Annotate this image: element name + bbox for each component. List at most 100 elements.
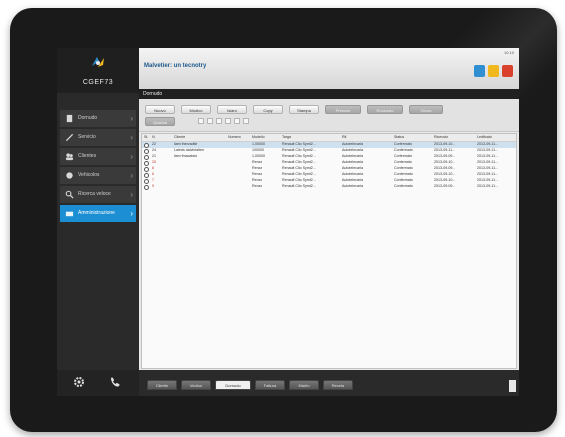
table-cell: Renault Clio Symt2... — [282, 142, 316, 146]
sidebar-item-vehicolos[interactable]: Vehicolos › — [60, 167, 136, 184]
settings-icon[interactable] — [73, 376, 85, 388]
table-cell: liam thervadtie — [174, 142, 198, 146]
action-button[interactable]: Copy — [253, 105, 283, 114]
chevron-right-icon: › — [130, 114, 133, 123]
phone-icon[interactable] — [109, 376, 121, 388]
table-cell: 2013-09-10... — [434, 172, 456, 176]
sidebar-item-amministrazione[interactable]: Amministrazione › — [60, 205, 136, 222]
toolbar-mini-button[interactable] — [225, 118, 231, 124]
table-cell: liam fmacatsto — [174, 154, 198, 158]
table-cell: Confermato — [394, 172, 413, 176]
table-cell: Renzz — [252, 166, 263, 170]
search-icon — [65, 190, 74, 199]
chevron-right-icon: › — [130, 152, 133, 161]
toolbar-mini-button[interactable] — [216, 118, 222, 124]
table-cell: Corfermato — [394, 142, 412, 146]
logo-text: CGEF73 — [82, 79, 114, 86]
close-button[interactable] — [502, 65, 513, 77]
sidebar-item-clientes[interactable]: Clientes › — [60, 148, 136, 165]
window-title: Malvetier: un tecnotry — [144, 63, 207, 69]
table-cell: Confermato — [394, 184, 413, 188]
chevron-right-icon: › — [130, 171, 133, 180]
table-cell: 2013-09-09... — [434, 184, 456, 188]
action-button[interactable]: Presoce — [325, 105, 361, 114]
toolbar-mini-button[interactable] — [234, 118, 240, 124]
table-cell: Renzz — [252, 178, 263, 182]
table-cell: 2013-09-11... — [434, 148, 456, 152]
app-header: 10:10 Malvetier: un tecnotry — [139, 48, 519, 89]
toolbar-label: Dornudo — [143, 91, 163, 97]
table-cell: 2013-09-11... — [477, 148, 499, 152]
tab-dornudo[interactable]: Dornudo — [215, 380, 251, 390]
table-cell: Renzz — [252, 184, 263, 188]
action-button[interactable]: Stampa — [289, 105, 319, 114]
table-cell: Lateds dalvintalten — [174, 148, 204, 152]
table-cell: Confermato — [394, 166, 413, 170]
table-cell: Renault Clio Symt2... — [282, 172, 316, 176]
table-cell: 2013-09-11... — [477, 160, 499, 164]
app-logo: CGEF73 — [57, 48, 139, 93]
scroll-handle[interactable] — [509, 380, 516, 392]
clock-label: 10:10 — [503, 50, 514, 55]
column-header[interactable]: Targa — [282, 135, 291, 139]
column-header[interactable]: Modello — [252, 135, 265, 139]
sidebar-item-label: Dornudo — [78, 115, 98, 121]
status-icon — [144, 185, 149, 190]
table-cell: 2013-09-11... — [477, 172, 499, 176]
sidebar-item-dornudo[interactable]: Dornudo › — [60, 110, 136, 127]
users-icon — [65, 153, 74, 161]
logo-mark-icon — [92, 57, 104, 67]
column-header[interactable]: Ricevuto — [434, 135, 448, 139]
tab-clienti[interactable]: Cliertie — [147, 380, 177, 390]
wrench-icon — [65, 133, 74, 142]
sidebar-item-ricerca[interactable]: Ricerca veloce › — [60, 186, 136, 203]
sidebar-item-label: Servicio — [78, 134, 96, 140]
table-cell: Autotelecaria — [342, 148, 363, 152]
sidebar-item-label: Amministrazione — [78, 210, 115, 216]
table-cell: Renzz — [252, 160, 263, 164]
column-header[interactable]: Cliente — [174, 135, 185, 139]
table-cell: 2013-09-09... — [434, 166, 456, 170]
table-cell: 6 — [152, 172, 154, 176]
table-cell: 100000 — [252, 148, 264, 152]
app-screen: CGEF73 Dornudo › Servicio › Clientes › V… — [57, 48, 519, 396]
action-button[interactable]: Nuovo — [145, 105, 175, 114]
table-cell: 7 — [152, 178, 154, 182]
table-row[interactable]: 5 Renzz Renault Clio Symt2... Autoteleca… — [142, 184, 516, 190]
tab-fattura[interactable]: Fatlura — [255, 380, 285, 390]
column-header[interactable]: N. — [152, 135, 156, 139]
table-cell: 2013-09-09... — [434, 154, 456, 158]
sidebar-item-label: Vehicolos — [78, 172, 100, 178]
tab-veicolo[interactable]: Vediuo — [181, 380, 211, 390]
tab-marito[interactable]: Marito — [289, 380, 319, 390]
column-header[interactable]: Numero — [228, 135, 241, 139]
table-cell: 2013-09-11... — [477, 154, 499, 158]
column-header[interactable]: Ledtfcato — [477, 135, 492, 139]
toolbar-mini-button[interactable] — [243, 118, 249, 124]
table-cell: 1,00000 — [252, 142, 265, 146]
table-cell: 8 — [152, 166, 154, 170]
toolbar-mini-button[interactable] — [207, 118, 213, 124]
action-button[interactable]: Modico — [181, 105, 211, 114]
table-cell: 2013-09-11... — [477, 142, 499, 146]
table-cell: Corfermato — [394, 154, 412, 158]
tab-bar: Cliertie Vediuo Dornudo Fatlura Marito R… — [139, 370, 519, 396]
action-button[interactable]: Clicco — [409, 105, 443, 114]
toolbar-mini-button[interactable] — [198, 118, 204, 124]
table-cell: Autotelecaria — [342, 160, 363, 164]
column-header[interactable]: Status — [394, 135, 404, 139]
sidebar-item-label: Ricerca veloce — [78, 191, 111, 197]
action-button[interactable]: Islaro — [217, 105, 247, 114]
table-cell: Renault Clio Symt2... — [282, 184, 316, 188]
refresh-button[interactable] — [474, 65, 485, 77]
action-button[interactable]: Quadrai — [145, 117, 175, 126]
table-cell: Renzz — [252, 172, 263, 176]
minimize-button[interactable] — [488, 65, 499, 77]
table-cell: Confermato — [394, 148, 413, 152]
column-header[interactable]: St. — [144, 135, 148, 139]
toolbar-strip: Dornudo — [139, 89, 519, 99]
action-button[interactable]: Rocloudo — [367, 105, 403, 114]
column-header[interactable]: Rif. — [342, 135, 347, 139]
sidebar-item-servicio[interactable]: Servicio › — [60, 129, 136, 146]
tab-recela[interactable]: Recela — [323, 380, 353, 390]
